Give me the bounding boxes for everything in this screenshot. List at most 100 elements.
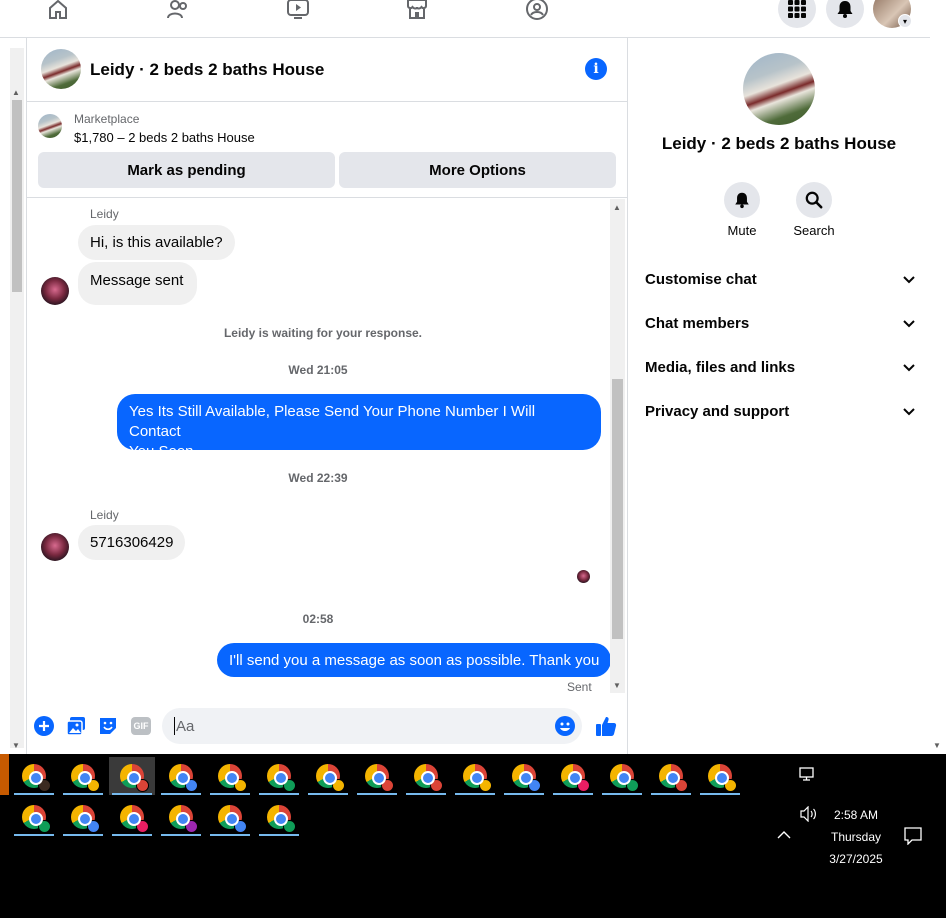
taskbar-chrome-window[interactable] [11, 798, 57, 836]
listing-avatar[interactable] [41, 49, 81, 89]
taskbar-chrome-window[interactable] [305, 757, 351, 795]
chrome-icon [218, 764, 247, 792]
photo-icon[interactable] [66, 716, 86, 736]
clock-time[interactable]: 2:58 AM [826, 808, 886, 822]
menu-grid-icon[interactable] [778, 0, 816, 28]
outgoing-message[interactable]: Yes Its Still Available, Please Send You… [117, 394, 601, 460]
more-options-button[interactable]: More Options [339, 152, 616, 188]
incoming-message[interactable]: Hi, is this available? [78, 225, 235, 260]
sender-avatar[interactable] [41, 277, 69, 305]
marketplace-listing-bar: Marketplace $1,780 – 2 beds 2 baths Hous… [27, 102, 627, 198]
taskbar-chrome-window[interactable] [158, 798, 204, 836]
chrome-icon [316, 764, 345, 792]
timestamp: 02:58 [302, 612, 334, 626]
listing-thumbnail[interactable] [38, 114, 62, 138]
home-icon[interactable] [45, 0, 71, 22]
scroll-up-arrow-icon[interactable]: ▲ [613, 203, 621, 212]
show-hidden-icons-chevron-icon[interactable] [777, 827, 791, 845]
clock-date[interactable]: 3/27/2025 [822, 852, 890, 866]
watch-icon[interactable] [285, 0, 311, 22]
timestamp: Wed 22:39 [288, 471, 348, 485]
outgoing-message[interactable]: I'll send you a message as soon as possi… [217, 643, 612, 677]
sender-avatar[interactable] [41, 533, 69, 561]
volume-icon[interactable] [799, 805, 819, 827]
message-composer: GIF Aa [27, 702, 627, 750]
outgoing-message-line: You Soon. [129, 443, 198, 460]
chat-members-row[interactable]: Chat members [645, 311, 915, 335]
taskbar-chrome-window[interactable] [403, 757, 449, 795]
sticker-icon[interactable] [98, 716, 118, 736]
taskbar-chrome-window[interactable] [354, 757, 400, 795]
search-label: Search [793, 223, 835, 238]
incoming-message[interactable]: 5716306429 [78, 525, 186, 560]
message-list: Leidy Hi, is this available? Message sen… [27, 199, 627, 694]
profile-badge-icon [283, 820, 296, 833]
marketplace-icon[interactable] [404, 0, 430, 22]
waiting-notice: Leidy is waiting for your response. [223, 326, 423, 340]
emoji-icon[interactable] [555, 716, 575, 741]
taskbar-chrome-window[interactable] [648, 757, 694, 795]
chrome-icon [120, 764, 149, 792]
listing-title[interactable]: $1,780 – 2 beds 2 baths House [74, 130, 255, 145]
network-icon[interactable] [799, 767, 817, 788]
customise-chat-row[interactable]: Customise chat [645, 267, 915, 291]
listing-large-avatar[interactable] [743, 53, 815, 125]
notifications-bell-icon[interactable] [826, 0, 864, 28]
profile-badge-icon [626, 779, 639, 792]
message-input[interactable]: Aa [162, 708, 582, 744]
chat-title[interactable]: Leidy · 2 beds 2 baths House [90, 60, 324, 80]
taskbar-chrome-window[interactable] [11, 757, 57, 795]
taskbar-chrome-window[interactable] [60, 757, 106, 795]
running-indicator [259, 793, 299, 795]
windows-taskbar: 2:58 AM Thursday 3/27/2025 [0, 754, 946, 918]
taskbar-flashing-app-edge[interactable] [0, 754, 9, 795]
plus-icon[interactable] [34, 716, 54, 736]
running-indicator [112, 834, 152, 836]
mute-button[interactable] [724, 182, 760, 218]
privacy-support-row[interactable]: Privacy and support [645, 399, 915, 423]
taskbar-chrome-window[interactable] [109, 798, 155, 836]
chrome-icon [512, 764, 541, 792]
groups-icon[interactable] [524, 0, 550, 22]
running-indicator [14, 793, 54, 795]
clock-day[interactable]: Thursday [822, 830, 890, 844]
taskbar-chrome-window[interactable] [109, 757, 155, 795]
action-center-icon[interactable] [904, 827, 922, 850]
taskbar-chrome-window[interactable] [256, 757, 302, 795]
message-status: Sent [567, 680, 592, 694]
search-button[interactable] [796, 182, 832, 218]
scroll-down-arrow-icon[interactable]: ▼ [12, 741, 20, 750]
running-indicator [14, 834, 54, 836]
gif-icon[interactable]: GIF [130, 716, 152, 736]
profile-badge-icon [283, 779, 296, 792]
profile-badge-icon [87, 779, 100, 792]
scroll-down-arrow-icon[interactable]: ▼ [613, 681, 621, 690]
incoming-message[interactable]: Message sent [78, 262, 198, 305]
like-thumbs-up-icon[interactable] [594, 714, 618, 738]
scroll-down-arrow-icon[interactable]: ▼ [933, 741, 941, 750]
taskbar-chrome-window[interactable] [207, 798, 253, 836]
running-indicator [553, 793, 593, 795]
taskbar-chrome-window[interactable] [599, 757, 645, 795]
chevron-down-icon [903, 271, 915, 288]
profile-badge-icon [381, 779, 394, 792]
taskbar-chrome-window[interactable] [158, 757, 204, 795]
mark-as-pending-button[interactable]: Mark as pending [38, 152, 335, 188]
taskbar-chrome-window[interactable] [452, 757, 498, 795]
friends-icon[interactable] [165, 0, 191, 22]
account-chevron-icon[interactable]: ▾ [898, 14, 912, 28]
taskbar-chrome-window[interactable] [60, 798, 106, 836]
taskbar-chrome-window[interactable] [207, 757, 253, 795]
left-scrollbar-thumb[interactable] [12, 100, 22, 292]
taskbar-chrome-window[interactable] [501, 757, 547, 795]
taskbar-chrome-window[interactable] [697, 757, 743, 795]
info-icon[interactable]: i [585, 58, 607, 80]
taskbar-chrome-window[interactable] [256, 798, 302, 836]
taskbar-chrome-window[interactable] [550, 757, 596, 795]
running-indicator [406, 793, 446, 795]
running-indicator [259, 834, 299, 836]
running-indicator [161, 793, 201, 795]
scroll-up-arrow-icon[interactable]: ▲ [12, 88, 20, 97]
messages-scrollbar-thumb[interactable] [612, 379, 623, 639]
media-files-links-row[interactable]: Media, files and links [645, 355, 915, 379]
